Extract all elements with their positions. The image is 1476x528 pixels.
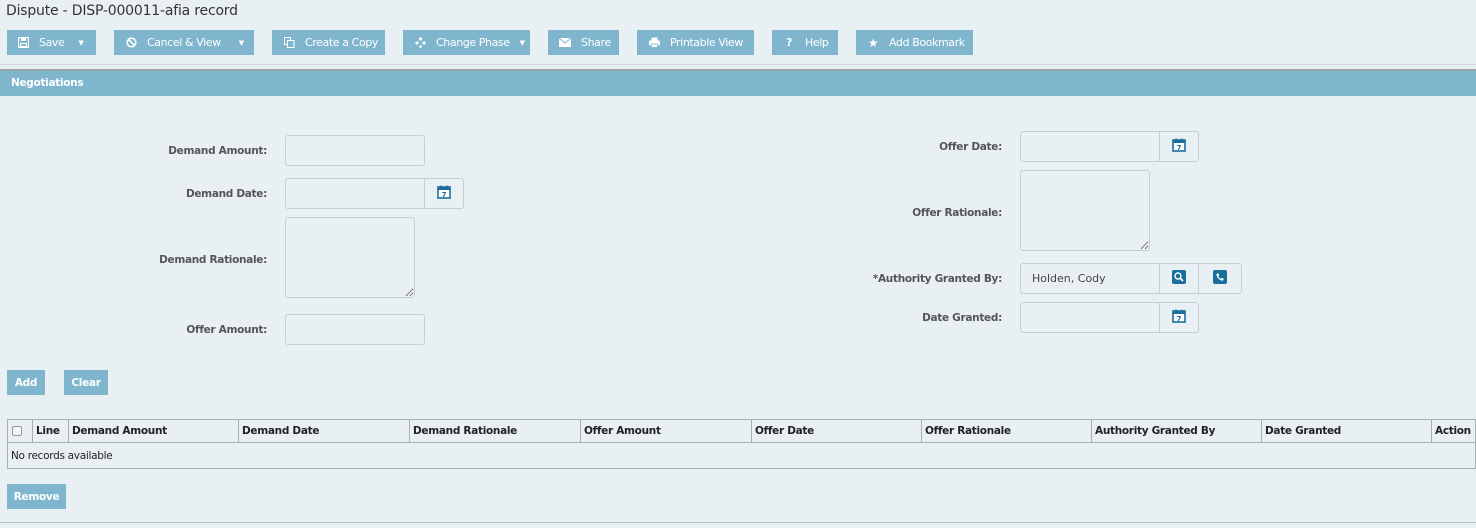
page-title: Dispute - DISP-000011-afia record xyxy=(6,3,238,19)
printable-view-label: Printable View xyxy=(670,36,743,49)
toolbar: Save ▼ Cancel & View ▼ Create a Copy Cha… xyxy=(0,30,1476,55)
offer-rationale-textarea[interactable] xyxy=(1020,170,1150,251)
search-icon xyxy=(1172,270,1186,287)
envelope-icon xyxy=(559,37,571,49)
svg-text:7: 7 xyxy=(1177,144,1182,152)
change-phase-button[interactable]: Change Phase ▼ xyxy=(403,30,530,55)
column-header-date-granted[interactable]: Date Granted xyxy=(1261,419,1432,443)
offer-rationale-label: Offer Rationale: xyxy=(912,207,1002,219)
create-copy-button[interactable]: Create a Copy xyxy=(272,30,385,55)
select-all-cell xyxy=(7,419,33,443)
lookup-search-button[interactable] xyxy=(1160,263,1199,294)
help-button[interactable]: ? Help xyxy=(772,30,838,55)
demand-amount-input[interactable] xyxy=(285,135,425,166)
printable-view-button[interactable]: Printable View xyxy=(637,30,754,55)
svg-text:7: 7 xyxy=(1177,315,1182,323)
date-granted-input[interactable] xyxy=(1020,302,1160,333)
demand-date-picker-button[interactable]: 7 xyxy=(425,178,464,209)
column-header-demand-amount[interactable]: Demand Amount xyxy=(68,419,239,443)
add-bookmark-button[interactable]: ★ Add Bookmark xyxy=(856,30,973,55)
copy-icon xyxy=(283,37,295,49)
save-label: Save xyxy=(39,36,65,49)
demand-date-label: Demand Date: xyxy=(185,188,267,200)
column-header-demand-date[interactable]: Demand Date xyxy=(238,419,410,443)
offer-amount-input[interactable] xyxy=(285,314,425,345)
svg-text:7: 7 xyxy=(442,191,447,199)
empty-row: No records available xyxy=(8,443,1476,469)
create-copy-label: Create a Copy xyxy=(305,36,378,49)
footer-divider xyxy=(0,522,1476,523)
table-header-row: Line Demand Amount Demand Date Demand Ra… xyxy=(7,419,1476,443)
phase-icon xyxy=(414,37,426,49)
column-header-authority-granted-by[interactable]: Authority Granted By xyxy=(1091,419,1262,443)
demand-amount-label: Demand Amount: xyxy=(168,145,267,157)
clear-button[interactable]: Clear xyxy=(64,370,108,395)
offer-amount-label: Offer Amount: xyxy=(186,324,267,336)
date-granted-label: Date Granted: xyxy=(922,312,1002,324)
toolbar-divider xyxy=(0,64,1476,65)
phone-icon xyxy=(1213,270,1227,287)
chevron-down-icon[interactable]: ▼ xyxy=(78,39,83,47)
add-button[interactable]: Add xyxy=(7,370,45,395)
column-header-offer-amount[interactable]: Offer Amount xyxy=(580,419,752,443)
change-phase-label: Change Phase xyxy=(436,36,510,49)
star-icon: ★ xyxy=(867,35,879,50)
date-granted-picker-button[interactable]: 7 xyxy=(1160,302,1199,333)
empty-message: No records available xyxy=(11,449,113,462)
calendar-icon: 7 xyxy=(1172,138,1186,155)
column-header-demand-rationale[interactable]: Demand Rationale xyxy=(409,419,581,443)
save-icon xyxy=(17,37,29,49)
contact-phone-button[interactable] xyxy=(1199,263,1242,294)
select-all-checkbox[interactable] xyxy=(12,426,22,436)
cancel-and-view-label: Cancel & View xyxy=(147,36,221,49)
offer-date-input[interactable] xyxy=(1020,131,1160,162)
demand-date-input[interactable] xyxy=(285,178,425,209)
column-header-offer-date[interactable]: Offer Date xyxy=(751,419,922,443)
demand-rationale-label: Demand Rationale: xyxy=(159,254,267,266)
offer-date-picker-button[interactable]: 7 xyxy=(1160,131,1199,162)
demand-rationale-textarea[interactable] xyxy=(285,217,415,298)
save-button[interactable]: Save ▼ xyxy=(7,30,96,55)
help-label: Help xyxy=(805,36,829,49)
negotiations-table: Line Demand Amount Demand Date Demand Ra… xyxy=(7,419,1476,469)
share-button[interactable]: Share xyxy=(548,30,619,55)
chevron-down-icon[interactable]: ▼ xyxy=(239,39,244,47)
remove-button[interactable]: Remove xyxy=(7,484,66,509)
share-label: Share xyxy=(581,36,611,49)
offer-date-label: Offer Date: xyxy=(939,141,1002,153)
calendar-icon: 7 xyxy=(437,185,451,202)
authority-granted-by-label: *Authority Granted By: xyxy=(872,273,1003,285)
section-header[interactable]: Negotiations xyxy=(0,69,1476,96)
column-header-action: Action xyxy=(1431,419,1476,443)
cancel-icon xyxy=(125,37,137,49)
section-title: Negotiations xyxy=(11,77,84,89)
question-icon: ? xyxy=(786,36,792,49)
printer-icon xyxy=(648,37,660,49)
chevron-down-icon[interactable]: ▼ xyxy=(520,39,525,47)
cancel-and-view-button[interactable]: Cancel & View ▼ xyxy=(114,30,254,55)
column-header-offer-rationale[interactable]: Offer Rationale xyxy=(921,419,1092,443)
authority-granted-by-input[interactable]: Holden, Cody xyxy=(1020,263,1160,294)
add-bookmark-label: Add Bookmark xyxy=(889,36,965,49)
column-header-line[interactable]: Line xyxy=(32,419,69,443)
calendar-icon: 7 xyxy=(1172,309,1186,326)
